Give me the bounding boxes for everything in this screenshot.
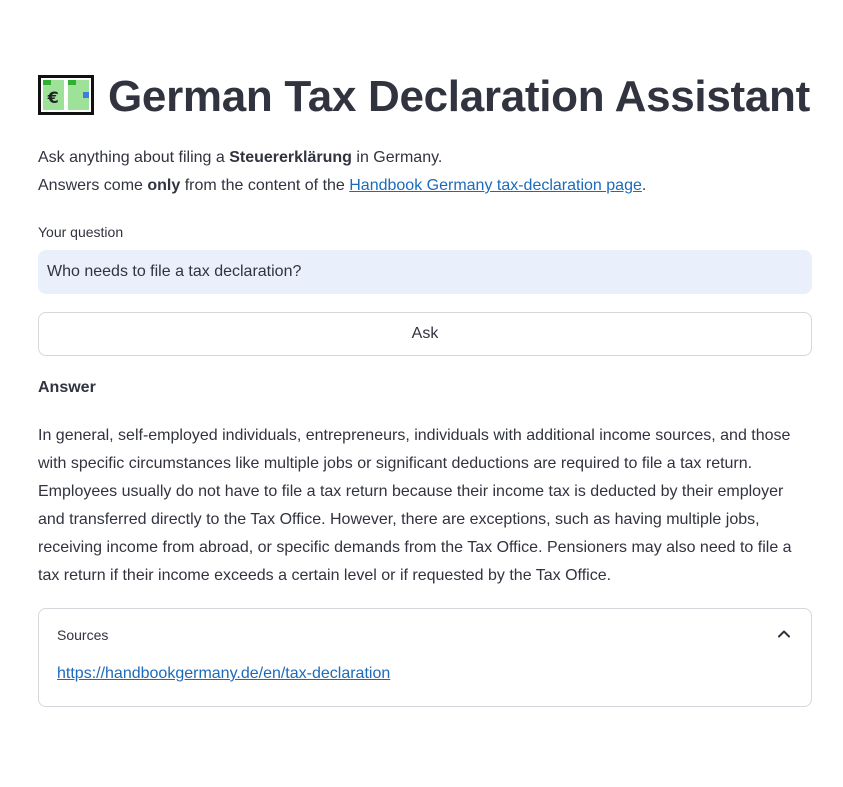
intro-text-segment: .: [641, 177, 647, 194]
intro-text-segment: in Germany.: [351, 149, 443, 166]
question-input[interactable]: Who needs to file a tax declaration?: [38, 250, 812, 294]
answer-heading: Answer: [38, 379, 96, 396]
main-content: € German Tax Declaration Assistant Ask an…: [38, 68, 812, 707]
intro-text-segment: Ask anything about filing a: [38, 149, 230, 166]
page-title: € German Tax Declaration Assistant: [38, 68, 812, 126]
page-title-text: German Tax Declaration Assistant: [108, 72, 810, 121]
sources-label: Sources: [57, 627, 109, 643]
sources-expander-header[interactable]: Sources: [39, 609, 811, 661]
intro-line-1: Ask anything about filing a Steuererklär…: [38, 144, 812, 172]
intro-text-segment: from the content of the: [180, 177, 350, 194]
handbook-link[interactable]: Handbook Germany tax-declaration page: [349, 177, 642, 194]
sources-expander: Sources https://handbookgermany.de/en/ta…: [38, 608, 812, 707]
ask-button[interactable]: Ask: [38, 312, 812, 356]
question-label: Your question: [38, 224, 124, 240]
svg-text:€: €: [47, 88, 59, 107]
intro-text-segment: Answers come: [38, 177, 148, 194]
intro-bold-term: Steuererklärung: [229, 149, 352, 166]
app-main: € German Tax Declaration Assistant Ask an…: [0, 0, 843, 787]
intro-line-2: Answers come only from the content of th…: [38, 172, 812, 200]
source-link[interactable]: https://handbookgermany.de/en/tax-declar…: [57, 662, 390, 686]
money-bill-with-euro-icon: €: [38, 72, 94, 115]
intro-text: Ask anything about filing a Steuererklär…: [38, 144, 812, 200]
intro-bold-term: only: [147, 177, 181, 194]
chevron-up-icon[interactable]: [777, 627, 791, 641]
answer-text: In general, self-employed individuals, e…: [38, 427, 792, 584]
